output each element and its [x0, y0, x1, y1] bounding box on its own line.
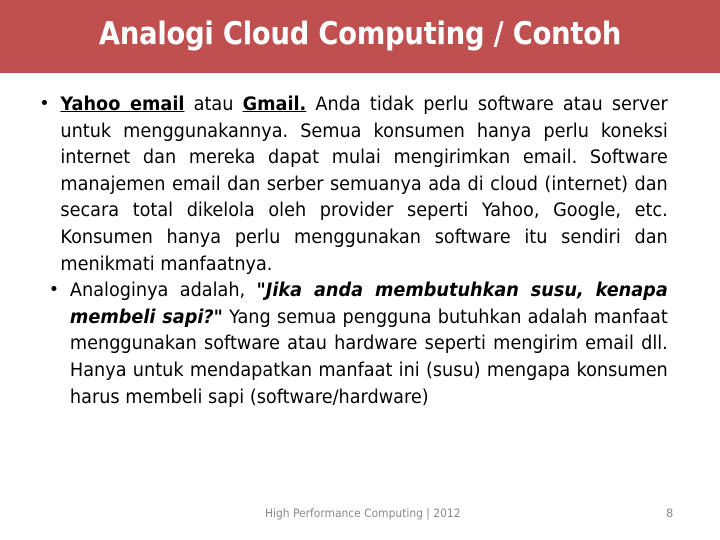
footer-label: High Performance Computing | 2012: [265, 506, 461, 520]
bullet-1-segment-2: Gmail.: [242, 94, 307, 115]
bullet-1-segment-0: Yahoo email: [60, 94, 185, 115]
bullet-1-segment-3: Anda tidak perlu software atau server un…: [60, 94, 668, 275]
bullet-list: Yahoo email atau Gmail. Anda tidak perlu…: [26, 91, 674, 411]
page-number: 8: [666, 506, 674, 520]
slide-title-banner: Analogi Cloud Computing / Contoh: [0, 0, 720, 73]
bullet-1-segment-1: atau: [184, 94, 243, 115]
bullet-paragraph: Analoginya adalah, "Jika anda membutuhka…: [70, 278, 668, 411]
page-title: Analogi Cloud Computing / Contoh: [98, 16, 622, 52]
list-item: Yahoo email atau Gmail. Anda tidak perlu…: [26, 91, 667, 278]
slide-footer: High Performance Computing | 2012 8: [0, 505, 720, 527]
list-item: Analoginya adalah, "Jika anda membutuhka…: [26, 277, 668, 411]
bullet-paragraph: Yahoo email atau Gmail. Anda tidak perlu…: [60, 92, 667, 278]
bullet-2-segment-0: Analoginya adalah,: [69, 280, 257, 302]
slide-body: Yahoo email atau Gmail. Anda tidak perlu…: [26, 91, 674, 411]
